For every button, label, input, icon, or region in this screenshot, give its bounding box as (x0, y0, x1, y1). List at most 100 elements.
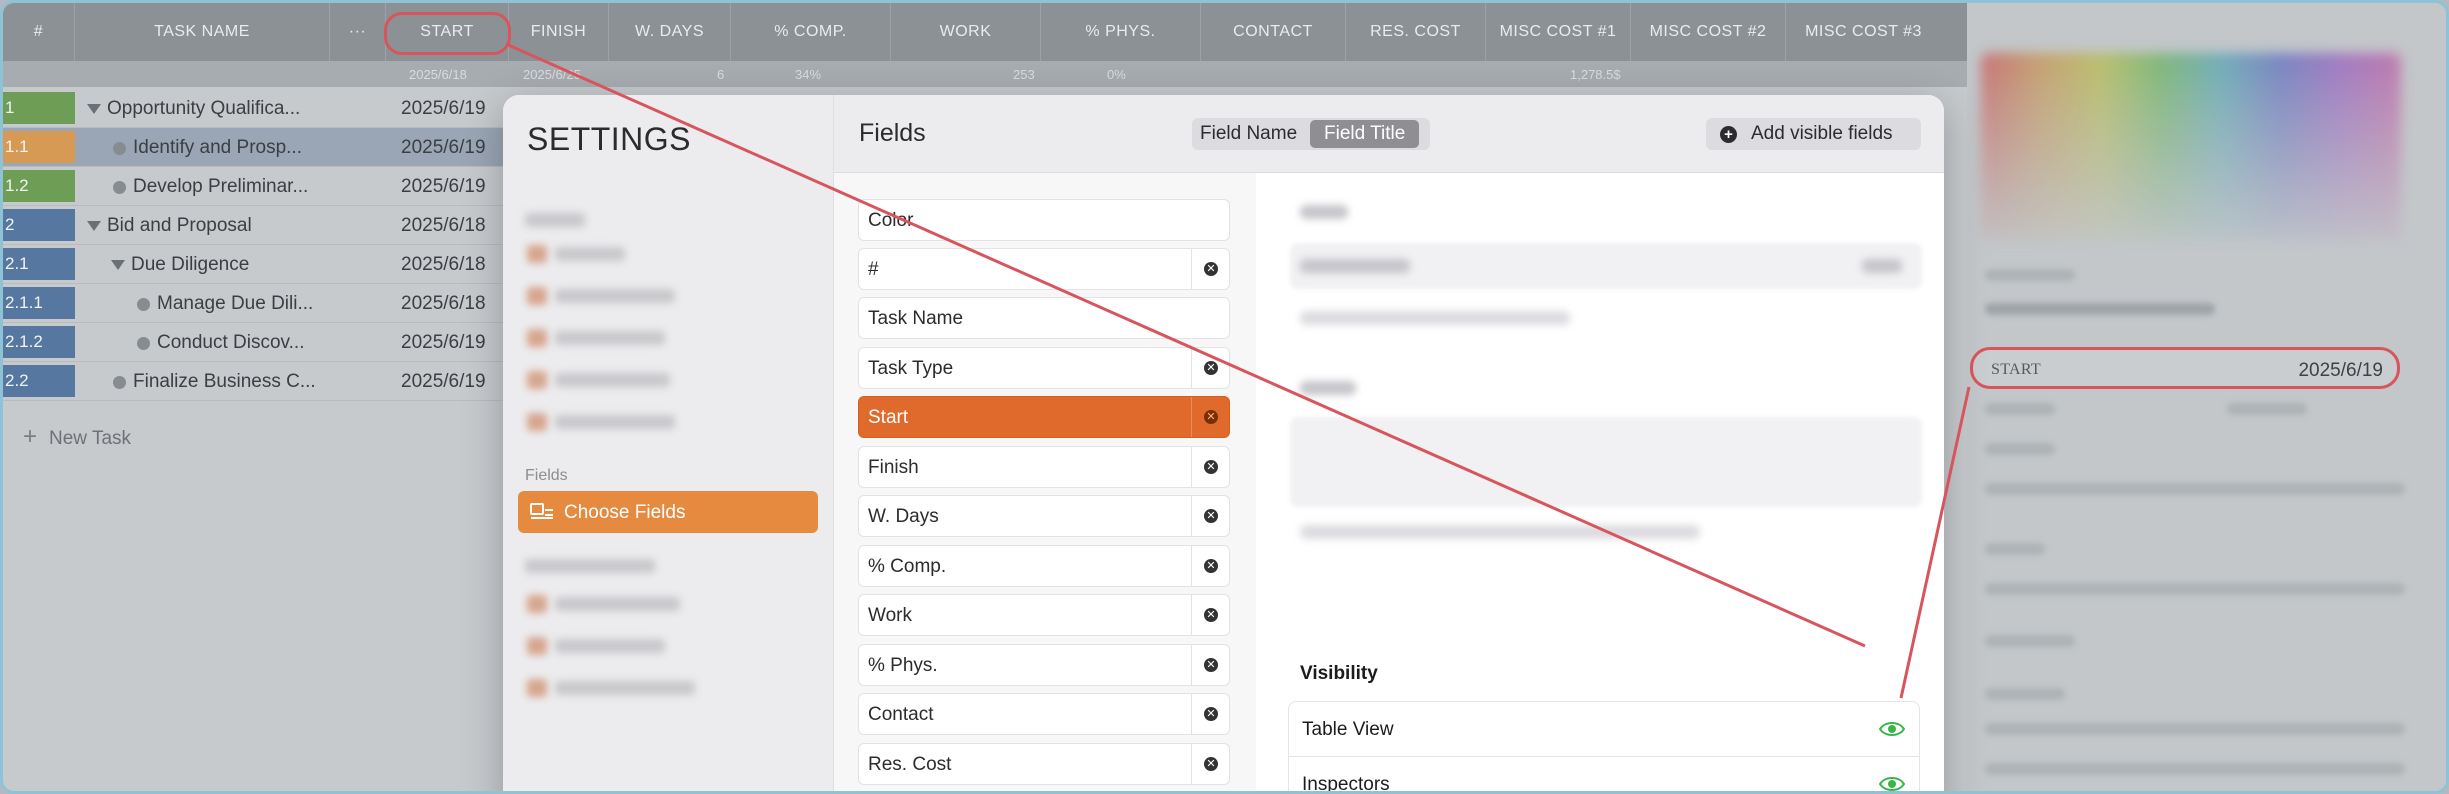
summary-work: 253 (1013, 67, 1035, 82)
sidebar-blur-item[interactable] (555, 331, 665, 345)
remove-field-button[interactable]: ✕ (1191, 348, 1229, 388)
close-circle-icon: ✕ (1204, 361, 1218, 375)
column-header-number[interactable]: # (3, 3, 75, 61)
remove-field-button[interactable]: ✕ (1191, 546, 1229, 586)
field-detail-panel: Visibility Table View Inspectors (1256, 173, 1944, 793)
task-name: Manage Due Dili... (157, 293, 314, 314)
field-item-label: Work (868, 605, 912, 626)
field-item-work[interactable]: Work ✕ (858, 594, 1230, 636)
sidebar-blur-item[interactable] (555, 597, 680, 611)
choose-fields-item[interactable]: Choose Fields (518, 491, 818, 533)
column-header-contact[interactable]: CONTACT (1201, 3, 1346, 61)
remove-field-button[interactable]: ✕ (1191, 744, 1229, 784)
settings-dialog: SETTINGS Fields Choose Fields Fields Fie… (503, 95, 1944, 793)
close-circle-icon: ✕ (1204, 509, 1218, 523)
visibility-title: Visibility (1300, 663, 1378, 684)
plus-icon: + (23, 423, 38, 450)
inspector-blur-line (1985, 763, 2405, 775)
field-item-label: Task Name (868, 308, 964, 329)
remove-field-button[interactable]: ✕ (1191, 694, 1229, 734)
collapse-triangle-icon[interactable] (87, 104, 101, 114)
summary-res-cost: 1,278.5$ (1570, 67, 1621, 82)
field-item-start[interactable]: Start ✕ (858, 396, 1230, 438)
table-row[interactable]: 1.2 Develop Preliminar... 2025/6/19 (3, 167, 503, 206)
collapse-triangle-icon[interactable] (87, 221, 101, 231)
column-header-work[interactable]: WORK (891, 3, 1041, 61)
visibility-inspectors-row[interactable]: Inspectors (1288, 756, 1920, 793)
new-task-button[interactable]: + New Task (23, 423, 131, 451)
choose-fields-label: Choose Fields (564, 502, 686, 523)
summary-wdays: 6 (717, 67, 725, 82)
column-header-phys[interactable]: % PHYS. (1041, 3, 1201, 61)
collapse-triangle-icon[interactable] (111, 260, 125, 270)
row-number: 1 (3, 92, 75, 124)
column-header-task-name[interactable]: TASK NAME (75, 3, 330, 61)
remove-field-button[interactable]: ✕ (1191, 447, 1229, 487)
field-item-color[interactable]: Color (858, 199, 1230, 241)
sidebar-blur-item[interactable] (555, 639, 665, 653)
task-bullet-icon (113, 376, 126, 389)
sidebar-blur-heading (525, 213, 585, 227)
field-item-label: Color (868, 210, 914, 231)
task-bullet-icon (137, 298, 150, 311)
sidebar-blur-icon (527, 413, 547, 431)
close-circle-icon: ✕ (1204, 559, 1218, 573)
remove-field-button[interactable]: ✕ (1191, 595, 1229, 635)
inspector-start-field[interactable]: START 2025/6/19 (1970, 347, 2400, 389)
table-row[interactable]: 2.1.2 Conduct Discov... 2025/6/19 (3, 323, 503, 362)
eye-icon[interactable] (1879, 720, 1905, 738)
inspector-blur-line (2227, 403, 2307, 415)
table-row[interactable]: 2.2 Finalize Business C... 2025/6/19 (3, 362, 503, 401)
field-item-label: # (868, 259, 879, 280)
table-row[interactable]: 2 Bid and Proposal 2025/6/18 (3, 206, 503, 245)
inspector-blur-line (1985, 543, 2045, 555)
column-header-res-cost[interactable]: RES. COST (1346, 3, 1486, 61)
remove-field-button[interactable]: ✕ (1191, 249, 1229, 289)
field-label-toggle[interactable]: Field Name Field Title (1192, 118, 1430, 150)
column-header-misc-cost-2[interactable]: MISC COST #2 (1631, 3, 1786, 61)
remove-field-button[interactable]: ✕ (1191, 645, 1229, 685)
field-item-task-name[interactable]: Task Name (858, 297, 1230, 339)
detail-blur-label (1300, 259, 1410, 273)
table-row[interactable]: 2.1.1 Manage Due Dili... 2025/6/18 (3, 284, 503, 323)
field-item-res-cost[interactable]: Res. Cost ✕ (858, 743, 1230, 785)
sidebar-blur-item[interactable] (555, 289, 675, 303)
remove-field-button[interactable]: ✕ (1191, 397, 1229, 437)
inspector-blur-line (1985, 723, 2405, 735)
field-item-phys[interactable]: % Phys. ✕ (858, 644, 1230, 686)
detail-blur-notes[interactable] (1290, 417, 1922, 507)
remove-field-button[interactable]: ✕ (1191, 496, 1229, 536)
field-item-number[interactable]: # ✕ (858, 248, 1230, 290)
column-header-misc-cost-3[interactable]: MISC COST #3 (1786, 3, 1941, 61)
table-row[interactable]: 2.1 Due Diligence 2025/6/18 (3, 245, 503, 284)
column-header-comp[interactable]: % COMP. (731, 3, 891, 61)
sidebar-blur-item[interactable] (555, 373, 670, 387)
table-row[interactable]: 1 Opportunity Qualifica... 2025/6/19 (3, 89, 503, 128)
sidebar-blur-icon (527, 329, 547, 347)
field-item-label: % Phys. (868, 655, 938, 676)
sidebar-blur-item[interactable] (555, 415, 675, 429)
column-header-wdays[interactable]: W. DAYS (609, 3, 731, 61)
eye-icon[interactable] (1879, 775, 1905, 793)
field-item-finish[interactable]: Finish ✕ (858, 446, 1230, 488)
inspector-blur-line (1985, 483, 2405, 495)
table-row[interactable]: 1.1 Identify and Prosp... 2025/6/19 (3, 128, 503, 167)
column-header-misc-cost-1[interactable]: MISC COST #1 (1486, 3, 1631, 61)
field-item-wdays[interactable]: W. Days ✕ (858, 495, 1230, 537)
field-item-comp[interactable]: % Comp. ✕ (858, 545, 1230, 587)
toggle-field-name[interactable]: Field Name (1200, 123, 1297, 145)
column-options-icon[interactable]: ··· (330, 3, 386, 61)
visibility-table-view-row[interactable]: Table View (1288, 701, 1920, 757)
sidebar-blur-item[interactable] (555, 247, 625, 261)
toggle-field-title[interactable]: Field Title (1310, 120, 1420, 148)
task-name: Opportunity Qualifica... (107, 98, 301, 119)
field-item-task-type[interactable]: Task Type ✕ (858, 347, 1230, 389)
color-picker-swatch[interactable] (1981, 53, 2401, 241)
sidebar-blur-item[interactable] (555, 681, 695, 695)
close-circle-icon: ✕ (1204, 658, 1218, 672)
settings-title: SETTINGS (527, 121, 692, 157)
task-bullet-icon (137, 337, 150, 350)
field-item-contact[interactable]: Contact ✕ (858, 693, 1230, 735)
add-visible-fields-button[interactable]: + Add visible fields (1706, 118, 1921, 150)
column-header-finish[interactable]: FINISH (509, 3, 609, 61)
